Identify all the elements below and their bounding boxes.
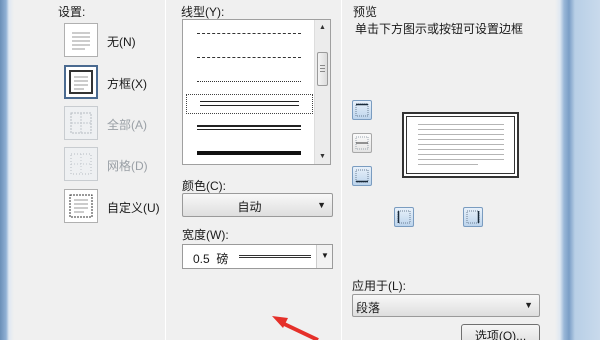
annotation-arrow-icon <box>272 316 319 340</box>
